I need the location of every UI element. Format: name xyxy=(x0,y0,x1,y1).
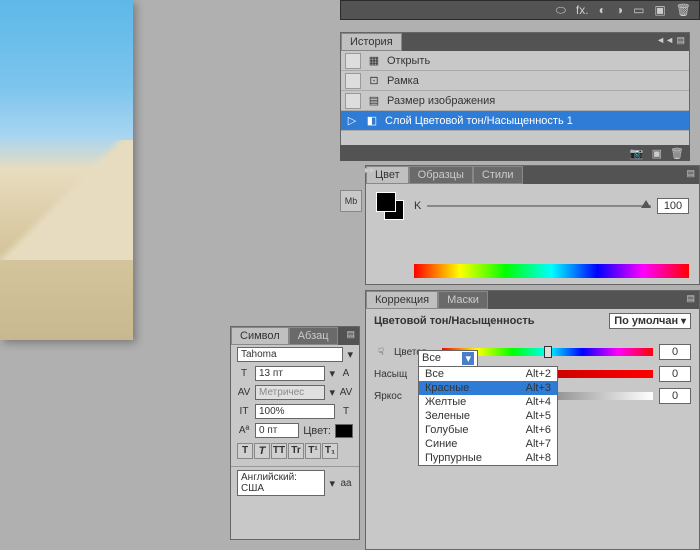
crop-icon: ⊡ xyxy=(367,74,381,88)
tracking-icon: AV xyxy=(339,386,353,400)
leading-icon: A xyxy=(339,367,353,381)
menu-icon[interactable]: ▤ xyxy=(346,329,355,340)
history-label: Слой Цветовой тон/Насыщенность 1 xyxy=(385,115,573,127)
history-label: Размер изображения xyxy=(387,95,495,107)
smallcaps-button[interactable]: Tr xyxy=(288,443,304,459)
tab-history[interactable]: История xyxy=(341,33,402,51)
superscript-button[interactable]: T¹ xyxy=(305,443,321,459)
targeted-tool-icon[interactable]: ☟ xyxy=(374,345,388,359)
history-row[interactable]: ▤ Размер изображения xyxy=(341,91,689,111)
chevron-down-icon[interactable]: ▾ xyxy=(462,352,474,365)
text-color-swatch[interactable] xyxy=(335,424,353,438)
dd-item-red[interactable]: КрасныеAlt+3 xyxy=(419,381,557,395)
pointer-icon: ▷ xyxy=(345,114,359,128)
history-label: Рамка xyxy=(387,75,419,87)
dd-item-cyan[interactable]: ГолубыеAlt+6 xyxy=(419,423,557,437)
trash-icon[interactable]: 🗑 xyxy=(670,147,684,160)
fg-color[interactable] xyxy=(376,192,396,212)
snapshot-slot xyxy=(345,73,361,89)
chevron-down-icon[interactable]: ▾ xyxy=(329,367,335,380)
allcaps-button[interactable]: TT xyxy=(271,443,287,459)
size-input[interactable]: 13 пт xyxy=(255,366,325,381)
hscale-icon: T xyxy=(339,405,353,419)
color-swatch[interactable] xyxy=(376,192,404,220)
tab-swatches[interactable]: Образцы xyxy=(409,166,473,184)
menu-icon[interactable]: ▤ xyxy=(686,293,695,304)
trash-icon[interactable]: 🗑 xyxy=(676,3,691,17)
collapse-icon[interactable]: ◄◄ ▤ xyxy=(656,35,685,46)
snapshot-slot xyxy=(345,53,361,69)
color-panel: Цвет Образцы Стили ▤ K 100 xyxy=(365,165,700,285)
aa-icon: aa xyxy=(339,476,353,490)
k-value[interactable]: 100 xyxy=(657,198,689,214)
link-icon[interactable]: ⬭ xyxy=(556,3,566,18)
type-styles: T T TT Tr T¹ T₁ xyxy=(231,440,359,462)
camera-icon[interactable]: 📷 xyxy=(630,147,644,160)
history-label: Открыть xyxy=(387,55,430,67)
expand-icon[interactable]: ▸▸ xyxy=(365,165,375,176)
adjust-title: Цветовой тон/Насыщенность xyxy=(374,315,535,327)
chevron-down-icon[interactable]: ▾ xyxy=(329,477,335,490)
tab-masks[interactable]: Маски xyxy=(438,291,488,309)
fx-icon[interactable]: fx. xyxy=(576,3,589,17)
chevron-down-icon[interactable]: ▾ xyxy=(347,348,353,361)
vscale-input[interactable]: 100% xyxy=(255,404,335,419)
history-panel: История ◄◄ ▤ ▦ Открыть ⊡ Рамка ▤ Размер … xyxy=(340,32,690,160)
size-icon: T xyxy=(237,367,251,381)
sat-label: Насыщ xyxy=(374,369,416,380)
document-canvas[interactable] xyxy=(0,0,133,340)
history-row[interactable]: ▦ Открыть xyxy=(341,51,689,71)
history-list: ▦ Открыть ⊡ Рамка ▤ Размер изображения ▷… xyxy=(341,51,689,131)
dd-item-magenta[interactable]: ПурпурныеAlt+8 xyxy=(419,451,557,465)
new-state-icon[interactable]: ▣ xyxy=(652,147,662,160)
light-label: Яркос xyxy=(374,391,416,402)
adjustment-layer-icon: ◧ xyxy=(365,114,379,128)
open-icon: ▦ xyxy=(367,54,381,68)
dd-item-all[interactable]: ВсеAlt+2 xyxy=(419,367,557,381)
snapshot-slot xyxy=(345,93,361,109)
new-icon[interactable]: ▣ xyxy=(654,3,665,17)
baseline-icon: Aª xyxy=(237,424,251,438)
mask-icon[interactable]: ◐ xyxy=(599,3,606,17)
sat-value[interactable]: 0 xyxy=(659,366,691,382)
font-select[interactable]: Tahoma xyxy=(237,347,343,362)
channel-dropdown[interactable]: Все ▾ xyxy=(418,350,478,367)
language-select[interactable]: Английский: США xyxy=(237,470,325,496)
kerning-input[interactable]: Метричес xyxy=(255,385,325,400)
mb-button[interactable]: Mb xyxy=(340,190,362,212)
history-footer: 📷 ▣ 🗑 xyxy=(340,145,690,161)
history-row[interactable]: ⊡ Рамка xyxy=(341,71,689,91)
preset-select[interactable]: По умолчан ▾ xyxy=(609,313,691,329)
baseline-input[interactable]: 0 пт xyxy=(255,423,299,438)
channel-label: K xyxy=(414,200,421,212)
color-ramp[interactable] xyxy=(414,264,689,278)
dropdown-value: Все xyxy=(422,352,441,365)
menu-icon[interactable]: ▤ xyxy=(686,168,695,179)
character-panel: Символ Абзац ▤ Tahoma ▾ T 13 пт ▾ A AV Ме… xyxy=(230,326,360,540)
dd-item-blue[interactable]: СиниеAlt+7 xyxy=(419,437,557,451)
chevron-down-icon[interactable]: ▾ xyxy=(329,386,335,399)
italic-button[interactable]: T xyxy=(254,443,270,459)
tab-styles[interactable]: Стили xyxy=(473,166,523,184)
folder-icon[interactable]: ▭ xyxy=(633,3,644,17)
hue-value[interactable]: 0 xyxy=(659,344,691,360)
dd-item-green[interactable]: ЗеленыеAlt+5 xyxy=(419,409,557,423)
resize-icon: ▤ xyxy=(367,94,381,108)
color-label: Цвет: xyxy=(303,425,331,437)
subscript-button[interactable]: T₁ xyxy=(322,443,338,459)
adjust-icon[interactable]: ◑ xyxy=(616,3,623,17)
tab-correction[interactable]: Коррекция xyxy=(366,291,438,309)
kerning-icon: AV xyxy=(237,386,251,400)
channel-dropdown-list: ВсеAlt+2 КрасныеAlt+3 ЖелтыеAlt+4 Зелены… xyxy=(418,366,558,466)
bold-button[interactable]: T xyxy=(237,443,253,459)
tab-paragraph[interactable]: Абзац xyxy=(289,327,338,345)
light-value[interactable]: 0 xyxy=(659,388,691,404)
tab-character[interactable]: Символ xyxy=(231,327,289,345)
history-row[interactable]: ▷ ◧ Слой Цветовой тон/Насыщенность 1 xyxy=(341,111,689,131)
dd-item-yellow[interactable]: ЖелтыеAlt+4 xyxy=(419,395,557,409)
k-slider[interactable] xyxy=(427,205,651,207)
vscale-icon: IT xyxy=(237,405,251,419)
layers-toolbar: ⬭ fx. ◐ ◑ ▭ ▣ 🗑 xyxy=(340,0,700,20)
